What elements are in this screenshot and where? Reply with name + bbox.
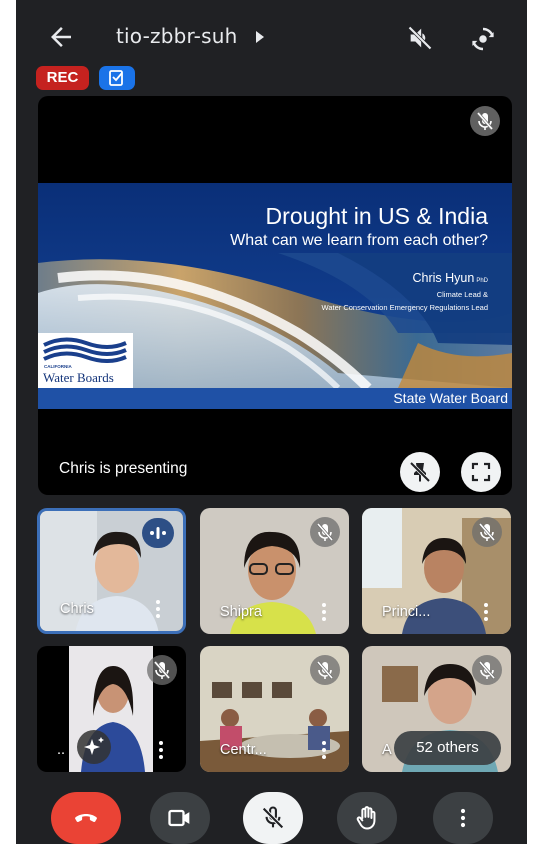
slide-title: Drought in US & India — [265, 203, 488, 229]
participant-tile[interactable]: Chris — [37, 508, 186, 634]
speaking-indicator — [142, 518, 174, 548]
participant-name: .. — [57, 742, 66, 758]
mic-off-indicator — [472, 517, 502, 547]
more-options-button[interactable] — [433, 792, 493, 844]
mic-off-indicator — [310, 655, 340, 685]
audio-level-icon — [150, 527, 166, 539]
slide-presenter: Chris Hyun PhD — [413, 271, 489, 285]
more-vertical-icon[interactable] — [158, 740, 164, 760]
slide-footer: State Water Board — [38, 388, 512, 409]
mic-toggle-button[interactable] — [243, 792, 303, 844]
mic-off-icon — [153, 661, 171, 679]
meet-app: tio-zbbr-suh REC Drought in US & India W… — [16, 0, 527, 844]
recording-badge[interactable]: REC — [36, 66, 89, 90]
participant-name: Shipra — [220, 604, 262, 620]
unpin-button[interactable] — [400, 452, 440, 492]
presentation-stage[interactable]: Drought in US & India What can we learn … — [38, 96, 512, 495]
others-count-button[interactable]: 52 others — [394, 731, 501, 765]
raise-hand-button[interactable] — [337, 792, 397, 844]
arrow-back-icon[interactable] — [46, 22, 76, 52]
mic-off-indicator — [472, 655, 502, 685]
slide-presenter-suffix: PhD — [476, 278, 488, 284]
mic-off-icon — [478, 661, 496, 679]
top-bar: tio-zbbr-suh — [16, 0, 527, 64]
mic-off-icon — [476, 112, 494, 130]
mic-off-icon — [478, 523, 496, 541]
mic-off-icon — [316, 661, 334, 679]
participant-name: A — [382, 742, 392, 758]
more-vertical-icon[interactable] — [321, 740, 327, 760]
mic-off-indicator — [310, 517, 340, 547]
slide-role-line-1: Climate Lead & — [436, 290, 488, 299]
fullscreen-button[interactable] — [461, 452, 501, 492]
end-call-button[interactable] — [51, 792, 121, 844]
meeting-code[interactable]: tio-zbbr-suh — [116, 24, 237, 48]
notes-badge[interactable] — [99, 66, 135, 90]
video-camera-icon — [168, 809, 190, 827]
participant-tile[interactable]: Princi... — [362, 508, 511, 634]
fullscreen-icon — [471, 462, 491, 482]
effects-button[interactable] — [77, 730, 111, 764]
meeting-info-caret-icon[interactable] — [256, 31, 264, 43]
logo-state-text: CALIFORNIA — [44, 364, 72, 369]
more-vertical-icon[interactable] — [155, 599, 161, 619]
mic-off-icon — [316, 523, 334, 541]
end-call-icon — [75, 814, 97, 822]
presenting-label: Chris is presenting — [59, 460, 188, 477]
speaker-off-icon[interactable] — [406, 24, 434, 52]
unpin-icon — [409, 461, 431, 483]
shared-slide: Drought in US & India What can we learn … — [38, 183, 512, 409]
notes-icon — [109, 70, 123, 86]
call-controls — [16, 792, 527, 844]
participant-tile[interactable]: .. — [37, 646, 186, 772]
participant-name: Centr... — [220, 742, 267, 758]
slide-role-line-2: Water Conservation Emergency Regulations… — [321, 303, 488, 312]
mic-off-indicator — [147, 655, 177, 685]
mic-off-indicator — [470, 106, 500, 136]
slide-footer-text: State Water Board — [393, 390, 508, 406]
more-vertical-icon[interactable] — [483, 602, 489, 622]
mic-off-icon — [262, 806, 284, 829]
logo-text: Water Boards — [43, 370, 114, 385]
slide-presenter-name: Chris Hyun — [412, 271, 475, 285]
participant-tile[interactable]: Shipra — [200, 508, 349, 634]
participant-tile[interactable]: Centr... — [200, 646, 349, 772]
participant-name: Princi... — [382, 604, 431, 620]
more-vertical-icon — [460, 808, 466, 828]
sparkle-effects-icon — [84, 737, 104, 755]
raise-hand-icon — [356, 806, 376, 830]
slide-subtitle: What can we learn from each other? — [230, 232, 488, 249]
camera-toggle-button[interactable] — [150, 792, 210, 844]
switch-camera-icon[interactable] — [468, 24, 498, 54]
wave-logo-icon — [43, 337, 127, 363]
more-vertical-icon[interactable] — [321, 602, 327, 622]
participant-name: Chris — [60, 601, 94, 617]
water-boards-logo: CALIFORNIA Water Boards — [38, 333, 133, 388]
